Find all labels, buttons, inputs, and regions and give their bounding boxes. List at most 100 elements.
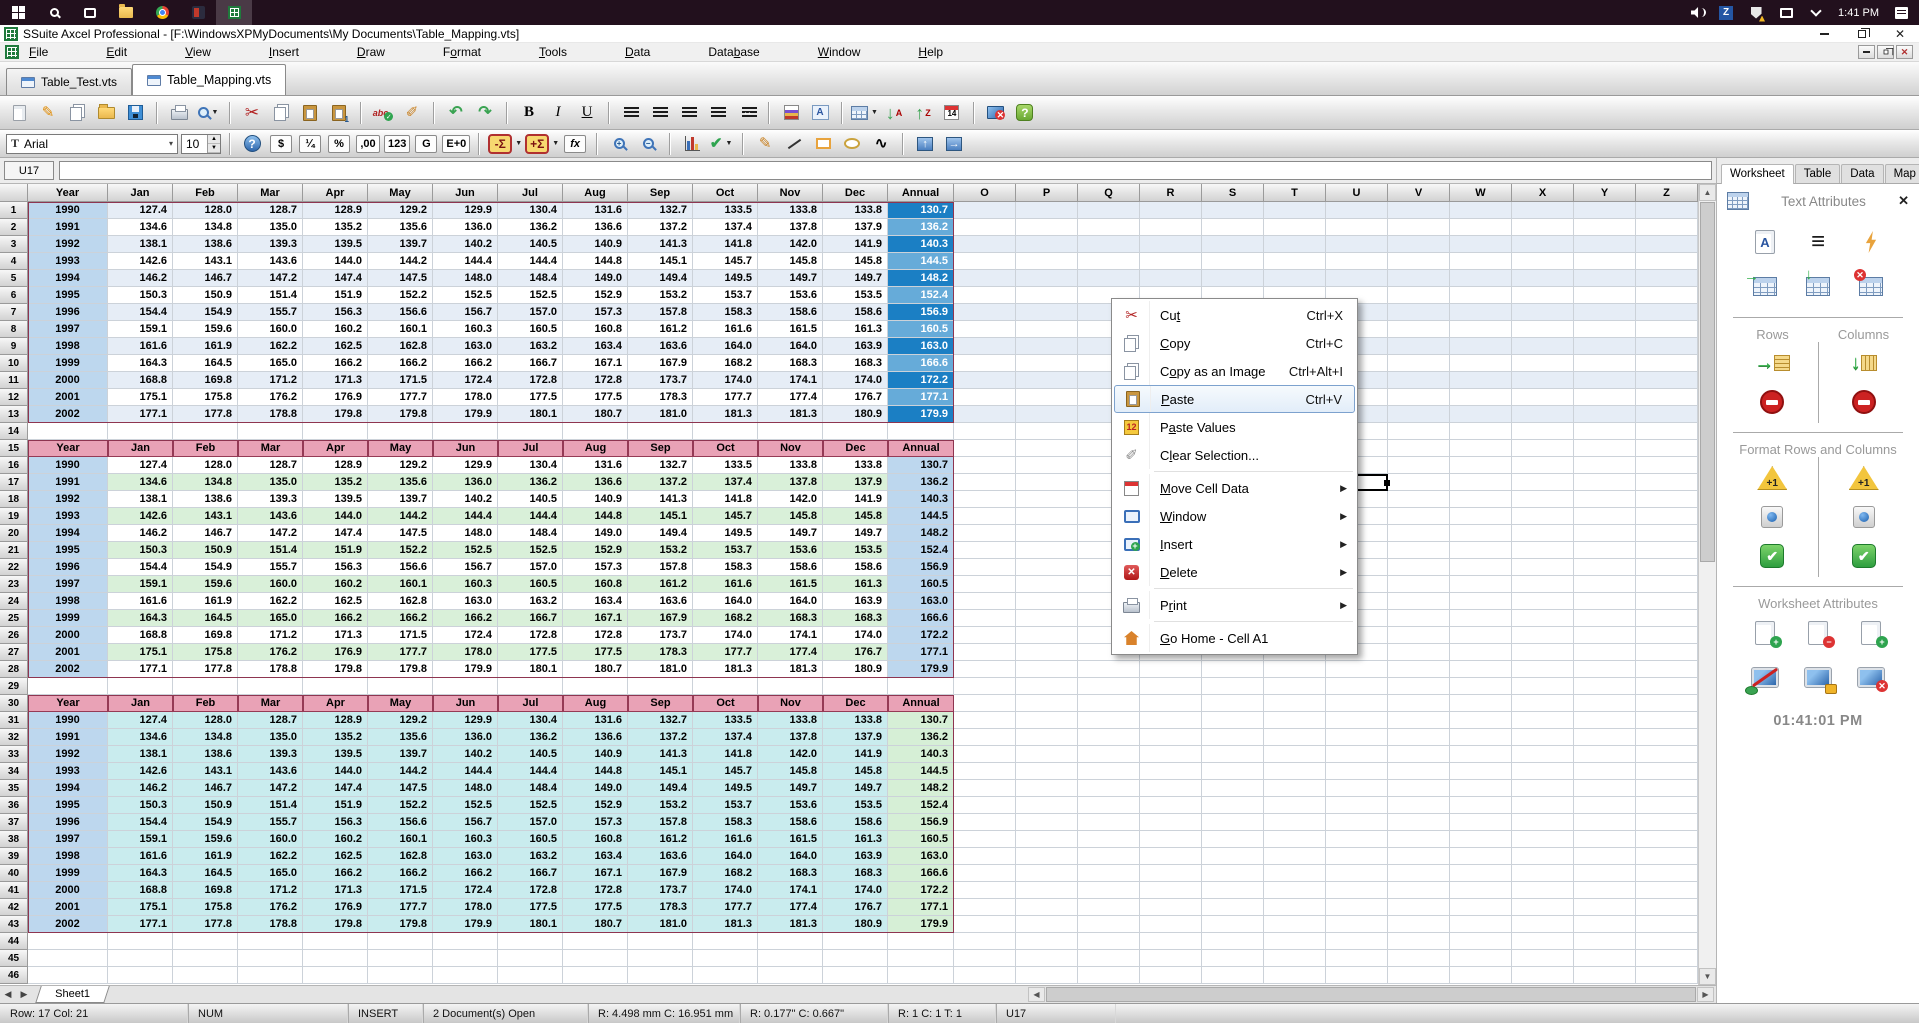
cell[interactable] bbox=[1016, 610, 1078, 627]
cell[interactable] bbox=[1512, 338, 1574, 355]
cell[interactable]: 138.6 bbox=[173, 236, 238, 253]
cell[interactable]: 177.7 bbox=[693, 389, 758, 406]
cell[interactable]: 166.2 bbox=[368, 610, 433, 627]
column-header-z[interactable]: Z bbox=[1636, 184, 1698, 202]
insert-rows-icon[interactable]: → bbox=[1754, 350, 1790, 376]
cell[interactable]: 153.2 bbox=[628, 542, 693, 559]
draw-curve-button[interactable]: ∿ bbox=[868, 131, 894, 157]
cell[interactable]: 133.5 bbox=[693, 202, 758, 219]
cell[interactable]: 174.0 bbox=[823, 882, 888, 899]
cell[interactable] bbox=[108, 933, 173, 950]
cell[interactable]: 139.5 bbox=[303, 491, 368, 508]
cell[interactable] bbox=[1574, 780, 1636, 797]
cell[interactable]: 163.6 bbox=[628, 848, 693, 865]
cell[interactable]: 1996 bbox=[28, 814, 108, 831]
cell[interactable]: 177.5 bbox=[563, 644, 628, 661]
cell[interactable]: 133.8 bbox=[823, 712, 888, 729]
cell[interactable] bbox=[1326, 814, 1388, 831]
cell[interactable] bbox=[1140, 202, 1202, 219]
cell[interactable]: 155.7 bbox=[238, 814, 303, 831]
axcel-active-icon[interactable] bbox=[216, 0, 252, 25]
cell[interactable] bbox=[1636, 372, 1698, 389]
cell[interactable]: 1990 bbox=[28, 457, 108, 474]
cell[interactable]: 180.7 bbox=[563, 406, 628, 423]
cell[interactable] bbox=[1388, 593, 1450, 610]
cell[interactable] bbox=[1574, 712, 1636, 729]
cell[interactable]: 149.5 bbox=[693, 270, 758, 287]
cell[interactable] bbox=[1450, 678, 1512, 695]
cell[interactable]: 140.9 bbox=[563, 746, 628, 763]
cell[interactable]: 154.4 bbox=[108, 814, 173, 831]
cell[interactable] bbox=[1636, 729, 1698, 746]
cell[interactable]: 153.5 bbox=[823, 797, 888, 814]
cell[interactable] bbox=[1388, 440, 1450, 457]
cell[interactable] bbox=[1636, 950, 1698, 967]
sort-descending-button[interactable]: ↓A bbox=[881, 100, 907, 126]
cell[interactable]: 180.9 bbox=[823, 916, 888, 933]
cell[interactable] bbox=[1512, 474, 1574, 491]
cell[interactable]: 172.2 bbox=[888, 627, 954, 644]
close-button[interactable]: ✕ bbox=[1881, 25, 1919, 43]
cell[interactable] bbox=[1388, 831, 1450, 848]
cell[interactable]: 177.1 bbox=[888, 389, 954, 406]
align-justify-button[interactable] bbox=[705, 100, 731, 126]
cell[interactable] bbox=[1512, 372, 1574, 389]
cell[interactable] bbox=[1450, 219, 1512, 236]
cell[interactable] bbox=[1512, 236, 1574, 253]
cell[interactable]: 152.5 bbox=[433, 287, 498, 304]
cell[interactable]: 158.3 bbox=[693, 304, 758, 321]
cell[interactable]: 1994 bbox=[28, 780, 108, 797]
cell[interactable]: 145.8 bbox=[758, 763, 823, 780]
cell[interactable] bbox=[1388, 882, 1450, 899]
cell[interactable]: Annual bbox=[888, 695, 954, 712]
cell[interactable] bbox=[1450, 712, 1512, 729]
cell[interactable] bbox=[1574, 423, 1636, 440]
cell[interactable] bbox=[1388, 253, 1450, 270]
cell[interactable]: 2000 bbox=[28, 372, 108, 389]
cell[interactable]: 177.7 bbox=[693, 644, 758, 661]
cell[interactable]: 144.5 bbox=[888, 508, 954, 525]
cell[interactable]: 160.2 bbox=[303, 576, 368, 593]
cell[interactable] bbox=[1512, 746, 1574, 763]
cell[interactable]: 164.0 bbox=[758, 593, 823, 610]
cell[interactable]: 141.3 bbox=[628, 236, 693, 253]
cell[interactable]: 134.6 bbox=[108, 219, 173, 236]
chrome-icon[interactable] bbox=[144, 0, 180, 25]
cell[interactable]: 128.7 bbox=[238, 457, 303, 474]
cell[interactable] bbox=[1264, 253, 1326, 270]
cell[interactable] bbox=[1264, 219, 1326, 236]
cell[interactable] bbox=[1326, 695, 1388, 712]
cell[interactable] bbox=[1636, 627, 1698, 644]
cell[interactable]: 138.1 bbox=[108, 236, 173, 253]
cell[interactable]: 177.1 bbox=[888, 644, 954, 661]
cell[interactable] bbox=[1450, 797, 1512, 814]
validate-button[interactable]: ✔▼ bbox=[708, 131, 734, 157]
cell[interactable] bbox=[1636, 355, 1698, 372]
cell[interactable] bbox=[1574, 865, 1636, 882]
cell[interactable] bbox=[1574, 627, 1636, 644]
mdi-close-button[interactable]: ✕ bbox=[1896, 45, 1913, 59]
cell[interactable]: 131.6 bbox=[563, 202, 628, 219]
cell[interactable] bbox=[1636, 542, 1698, 559]
cell[interactable]: May bbox=[368, 440, 433, 457]
cell[interactable]: 153.6 bbox=[758, 287, 823, 304]
cell[interactable]: 129.9 bbox=[433, 202, 498, 219]
draw-pencil-button[interactable]: ✎ bbox=[752, 131, 778, 157]
cell[interactable]: 133.8 bbox=[758, 457, 823, 474]
cell[interactable] bbox=[1388, 780, 1450, 797]
scroll-left-icon[interactable]: ◀ bbox=[1028, 987, 1045, 1002]
cell[interactable]: 143.6 bbox=[238, 253, 303, 270]
cell[interactable]: 1993 bbox=[28, 763, 108, 780]
cell[interactable] bbox=[1636, 202, 1698, 219]
cell[interactable] bbox=[1140, 763, 1202, 780]
cell[interactable] bbox=[1140, 780, 1202, 797]
font-dialog-icon[interactable]: A bbox=[1750, 229, 1780, 255]
cell[interactable]: 175.8 bbox=[173, 389, 238, 406]
cell[interactable]: 1999 bbox=[28, 610, 108, 627]
cell[interactable]: 152.5 bbox=[433, 542, 498, 559]
cell[interactable]: 145.8 bbox=[758, 253, 823, 270]
cell[interactable] bbox=[693, 678, 758, 695]
spell-check-button[interactable]: abc✓ bbox=[370, 100, 396, 126]
cell[interactable]: 152.4 bbox=[888, 542, 954, 559]
cell[interactable] bbox=[1388, 950, 1450, 967]
